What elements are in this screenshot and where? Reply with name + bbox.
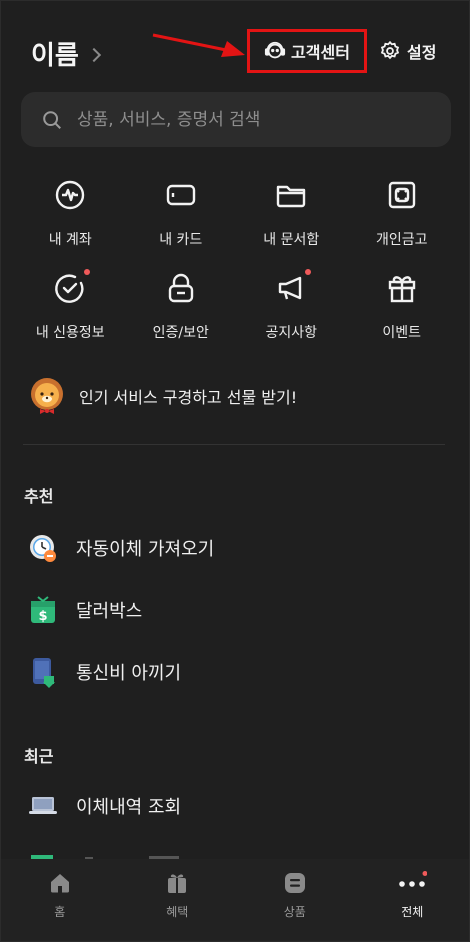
search-input[interactable] <box>75 108 419 131</box>
divider <box>23 444 445 445</box>
megaphone-icon <box>273 269 312 306</box>
list-item-label: 달러박스 <box>76 601 143 622</box>
promo-banner[interactable]: 인기 서비스 구경하고 선물 받기! <box>29 377 297 415</box>
lion-character-icon <box>31 378 63 414</box>
nav-benefits[interactable]: 혜택 <box>119 859 237 941</box>
quick-menu-label: 내 문서함 <box>263 232 320 248</box>
products-icon <box>284 873 305 893</box>
recommended-section-title: 추천 <box>24 487 54 506</box>
quick-menu-item[interactable]: 이벤트 <box>347 262 458 355</box>
quick-menu-item[interactable]: 내 카드 <box>126 169 237 262</box>
chevron-right-icon <box>86 47 101 62</box>
quick-menu-item[interactable]: 공지사항 <box>236 262 347 355</box>
list-item-label: 자동이체 가져오기 <box>76 539 215 560</box>
svg-text:$: $ <box>38 609 47 624</box>
search-icon <box>43 110 61 129</box>
bottom-navigation: 홈 혜택 상품 전체 <box>1 859 470 941</box>
gear-icon <box>380 40 400 60</box>
search-bar[interactable] <box>21 92 451 147</box>
dollar-box-icon: $ <box>31 596 55 624</box>
nav-label: 상품 <box>283 905 306 919</box>
notification-badge <box>305 269 312 275</box>
clock-transfer-icon <box>30 535 56 562</box>
list-item-transfer-history[interactable]: 이체내역 조회 <box>28 789 181 823</box>
list-item-phone-saving[interactable]: 통신비 아끼기 <box>28 655 181 689</box>
list-item-auto-transfer[interactable]: 자동이체 가져오기 <box>28 531 214 565</box>
quick-menu-label: 개인금고 <box>375 232 428 248</box>
customer-center-label: 고객센터 <box>291 43 350 62</box>
lock-icon <box>163 270 199 306</box>
header: 이름 고객센터 설정 <box>1 21 469 81</box>
quick-menu-label: 공지사항 <box>265 325 318 341</box>
settings-label: 설정 <box>407 43 437 62</box>
home-icon <box>50 874 69 893</box>
headset-icon <box>264 41 286 59</box>
profile-link[interactable]: 이름 <box>31 35 101 72</box>
quick-menu-item[interactable]: 개인금고 <box>347 169 458 262</box>
customer-center-button[interactable]: 고객센터 <box>247 29 367 73</box>
red-arrow-annotation-icon <box>152 33 245 57</box>
recent-section-title: 최근 <box>24 747 54 766</box>
quick-menu-label: 내 카드 <box>159 232 203 248</box>
list-item-label: 이체내역 조회 <box>76 797 182 818</box>
safe-icon <box>384 177 420 213</box>
nav-label: 혜택 <box>166 905 189 919</box>
nav-products[interactable]: 상품 <box>236 859 354 941</box>
quick-menu-item[interactable]: 인증/보안 <box>126 262 237 355</box>
quick-menu-label: 이벤트 <box>382 325 422 341</box>
more-icon <box>399 871 428 887</box>
list-item-dollar-box[interactable]: $ 달러박스 <box>28 593 142 627</box>
nav-all[interactable]: 전체 <box>354 859 470 941</box>
nav-home[interactable]: 홈 <box>1 859 119 941</box>
credit-check-icon <box>52 269 91 306</box>
list-item-label: 통신비 아끼기 <box>76 663 182 684</box>
quick-menu-label: 인증/보안 <box>152 325 209 341</box>
profile-name: 이름 <box>31 41 79 71</box>
account-icon <box>52 177 88 213</box>
nav-label: 홈 <box>54 905 66 919</box>
folder-icon <box>273 177 309 213</box>
phone-saving-icon <box>33 658 55 688</box>
promo-text: 인기 서비스 구경하고 선물 받기! <box>79 388 298 407</box>
quick-menu-item[interactable]: 내 계좌 <box>15 169 126 262</box>
quick-menu-item[interactable]: 내 문서함 <box>236 169 347 262</box>
quick-menu-grid: 내 계좌 내 카드 내 문서함 개인금고 내 신용정보 인증/보안 공지사항 이… <box>15 169 457 355</box>
quick-menu-label: 내 신용정보 <box>35 325 105 341</box>
quick-menu-label: 내 계좌 <box>48 232 92 248</box>
app-screen: 이름 고객센터 설정 상품, 서비스, 증명서 검색 내 계좌 내 카드 내 문… <box>0 0 470 942</box>
laptop-icon <box>29 797 57 814</box>
benefit-icon <box>168 874 187 893</box>
nav-label: 전체 <box>401 905 424 919</box>
quick-menu-item[interactable]: 내 신용정보 <box>15 262 126 355</box>
gift-icon <box>384 270 420 306</box>
notification-badge <box>84 269 91 275</box>
settings-button[interactable]: 설정 <box>379 35 436 67</box>
card-icon <box>163 177 199 213</box>
